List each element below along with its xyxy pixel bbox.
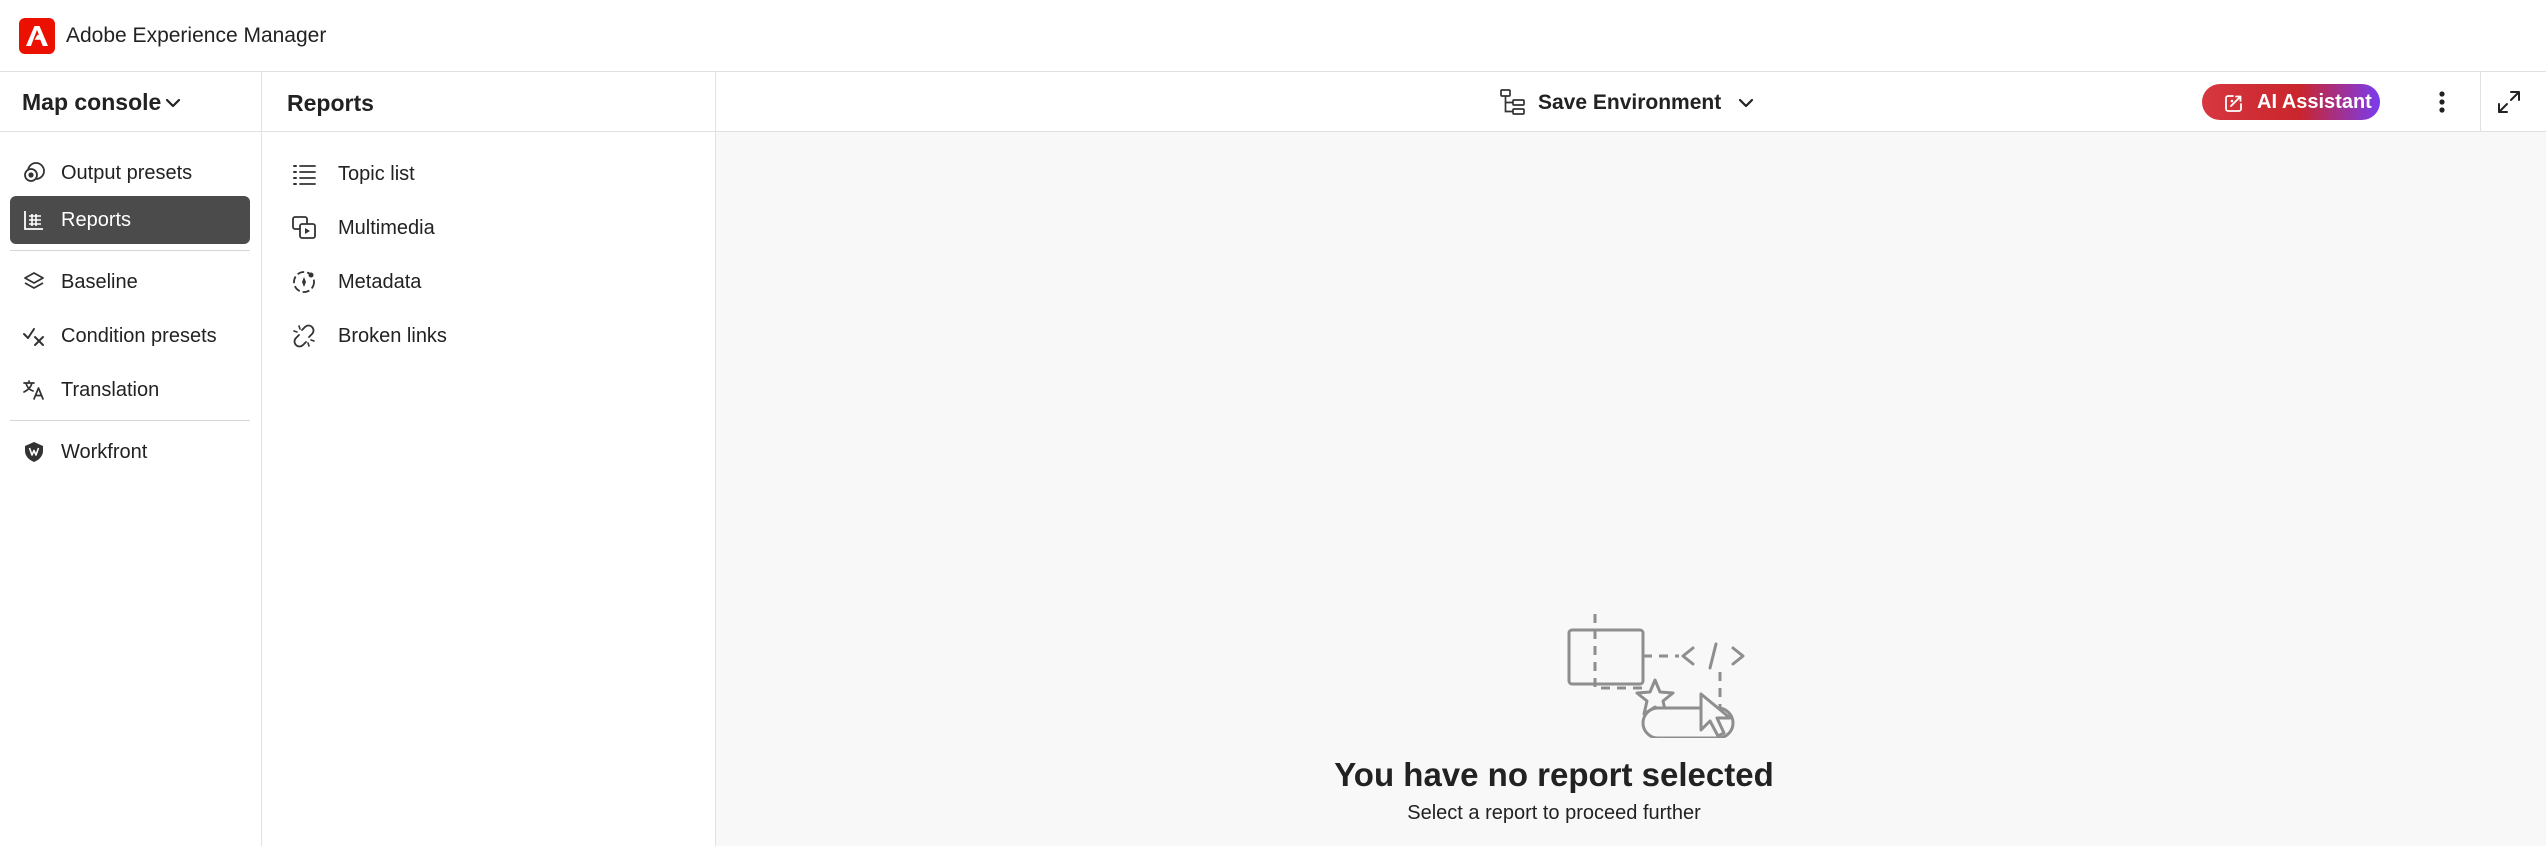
- report-content-area: Save Environment AI Assistant You have n…: [716, 72, 2546, 846]
- sidebar-item-condition-presets[interactable]: Condition presets: [10, 312, 250, 360]
- sidebar-item-reports[interactable]: Reports: [10, 196, 250, 244]
- baseline-layers-icon: [24, 272, 44, 289]
- sidebar-item-baseline[interactable]: Baseline: [10, 258, 250, 306]
- expand-icon: [2498, 91, 2520, 113]
- sidebar-divider: [10, 420, 250, 421]
- sidebar-item-label: Workfront: [61, 441, 148, 463]
- sidebar-item-workfront[interactable]: Workfront: [10, 428, 250, 476]
- ai-assistant-icon: [2225, 95, 2242, 112]
- condition-presets-icon: [23, 328, 44, 346]
- report-item-label: Multimedia: [338, 217, 435, 239]
- sidebar-item-label: Baseline: [61, 271, 138, 293]
- report-item-broken-links[interactable]: Broken links: [272, 311, 702, 359]
- report-item-multimedia[interactable]: Multimedia: [272, 203, 702, 251]
- report-item-label: Metadata: [338, 271, 422, 293]
- metadata-icon: [293, 271, 315, 293]
- sidebar-item-translation[interactable]: Translation: [10, 366, 250, 414]
- report-item-topic-list[interactable]: Topic list: [272, 149, 702, 197]
- fullscreen-button[interactable]: [2493, 86, 2525, 118]
- translation-icon: [23, 380, 44, 400]
- app-title: Adobe Experience Manager: [66, 24, 327, 47]
- toolbar-divider: [2480, 72, 2481, 132]
- empty-state-title: You have no report selected: [1334, 756, 1774, 793]
- sidebar-divider: [10, 250, 250, 251]
- broken-link-icon: [293, 324, 315, 348]
- sidebar-item-label: Translation: [61, 379, 160, 401]
- map-console-sidebar: Map console Output presets Reports Basel…: [0, 72, 262, 846]
- ai-assistant-label: AI Assistant: [2257, 91, 2372, 113]
- adobe-logo-icon[interactable]: [19, 18, 55, 54]
- environment-selector[interactable]: Save Environment: [1538, 89, 1721, 117]
- ai-assistant-button[interactable]: AI Assistant: [2202, 84, 2380, 120]
- chevron-down-icon: [165, 98, 181, 108]
- map-console-dropdown[interactable]: Map console: [0, 72, 262, 132]
- workfront-icon: [25, 442, 43, 462]
- sidebar-item-label: Condition presets: [61, 325, 217, 347]
- sidebar-item-label: Reports: [61, 209, 132, 231]
- chevron-down-icon[interactable]: [1735, 92, 1757, 114]
- map-console-title: Map console: [22, 89, 162, 115]
- reports-panel-title: Reports: [287, 90, 374, 116]
- sidebar-item-label: Output presets: [61, 162, 193, 184]
- empty-state-subtitle: Select a report to proceed further: [1407, 802, 1701, 824]
- sidebar-item-output-presets[interactable]: Output presets: [10, 149, 250, 197]
- list-icon: [293, 165, 316, 185]
- reports-panel: Reports Topic list Multimedia Metadata B…: [262, 72, 716, 846]
- environment-tree-icon: [1500, 89, 1525, 115]
- output-presets-icon: [24, 162, 45, 182]
- app-header: Adobe Experience Manager: [0, 0, 2546, 72]
- more-vertical-icon: [2439, 91, 2445, 113]
- empty-state-illustration: [1567, 614, 1745, 738]
- reports-panel-header: Reports: [262, 72, 716, 132]
- more-options-button[interactable]: [2426, 86, 2458, 118]
- report-item-label: Broken links: [338, 325, 447, 347]
- report-item-label: Topic list: [338, 163, 415, 185]
- content-toolbar: Save Environment AI Assistant: [716, 72, 2546, 132]
- report-item-metadata[interactable]: Metadata: [272, 257, 702, 305]
- multimedia-icon: [292, 216, 316, 239]
- reports-icon: [24, 211, 43, 230]
